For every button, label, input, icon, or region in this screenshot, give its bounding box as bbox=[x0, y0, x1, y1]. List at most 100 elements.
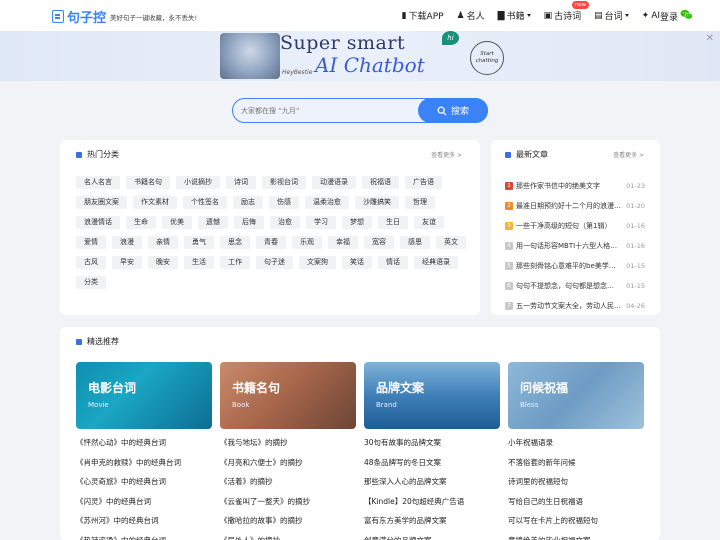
category-tag[interactable]: 沙雕搞笑 bbox=[355, 196, 399, 209]
featured-link[interactable]: 意境绝美的毕业祝福文案 bbox=[508, 535, 644, 540]
category-tag[interactable]: 优美 bbox=[162, 216, 192, 229]
category-tag[interactable]: 乐观 bbox=[292, 236, 322, 249]
category-tag[interactable]: 书籍名句 bbox=[126, 176, 170, 189]
category-tag[interactable]: 哲理 bbox=[405, 196, 435, 209]
featured-link[interactable]: 那些深入人心的品牌文案 bbox=[364, 476, 500, 496]
category-tag[interactable]: 浪漫情话 bbox=[76, 216, 120, 229]
category-tag[interactable]: 晚安 bbox=[148, 256, 178, 269]
category-tag[interactable]: 思念 bbox=[220, 236, 250, 249]
featured-link[interactable]: 《心灵奇旅》中的经典台词 bbox=[76, 476, 212, 496]
featured-link[interactable]: 《云雀叫了一整天》的摘抄 bbox=[220, 496, 356, 516]
category-tag[interactable]: 宽容 bbox=[364, 236, 394, 249]
category-tag[interactable]: 生命 bbox=[126, 216, 156, 229]
category-tag[interactable]: 动漫语录 bbox=[312, 176, 356, 189]
article-title[interactable]: 最准日期预约好十二个月的浪漫… bbox=[516, 201, 626, 211]
latest-article-item[interactable]: 4 用一句话形容MBTI十六型人格… 01-16 bbox=[505, 236, 645, 256]
nav-item-3[interactable]: ▣ 古诗词 new bbox=[544, 1, 589, 22]
category-tag[interactable]: 学习 bbox=[306, 216, 336, 229]
category-tag[interactable]: 诗词 bbox=[226, 176, 256, 189]
article-title[interactable]: 用一句话形容MBTI十六型人格… bbox=[516, 241, 626, 251]
article-title[interactable]: 一些干净高级的短句（第1辑） bbox=[516, 221, 626, 231]
latest-article-item[interactable]: 6 句句不提想念，句句都是想念… 01-15 bbox=[505, 276, 645, 296]
category-tag[interactable]: 句子迷 bbox=[256, 256, 293, 269]
category-tag[interactable]: 爱情 bbox=[76, 236, 106, 249]
featured-link[interactable]: 《热辣滚烫》中的经典台词 bbox=[76, 535, 212, 540]
article-title[interactable]: 那些刻骨铭心意难平的be美学… bbox=[516, 261, 626, 271]
featured-link[interactable]: 创意满分的品牌文案 bbox=[364, 535, 500, 540]
login-link[interactable]: 登录 bbox=[660, 10, 678, 23]
featured-link[interactable]: 《闪灵》中的经典台词 bbox=[76, 496, 212, 516]
category-tag[interactable]: 勇气 bbox=[184, 236, 214, 249]
category-tag[interactable]: 影视台词 bbox=[262, 176, 306, 189]
featured-card-image[interactable]: 品牌文案 Brand bbox=[364, 362, 500, 429]
search-input[interactable] bbox=[241, 104, 411, 118]
article-title[interactable]: 句句不提想念，句句都是想念… bbox=[516, 281, 626, 291]
ad-banner[interactable]: Super smart AI Chatbot HeyBestie hi Star… bbox=[0, 31, 720, 81]
category-tag[interactable]: 浪漫 bbox=[112, 236, 142, 249]
category-tag[interactable]: 古风 bbox=[76, 256, 106, 269]
article-title[interactable]: 五一劳动节文案大全，劳动人民… bbox=[516, 301, 626, 311]
category-tag[interactable]: 青春 bbox=[256, 236, 286, 249]
article-title[interactable]: 那些作家书信中的绝美文字 bbox=[516, 181, 626, 191]
category-tag[interactable]: 亲情 bbox=[148, 236, 178, 249]
category-tag[interactable]: 文案狗 bbox=[299, 256, 336, 269]
featured-link[interactable]: 48条品牌写的冬日文案 bbox=[364, 457, 500, 477]
featured-link[interactable]: 诗词里的祝福短句 bbox=[508, 476, 644, 496]
featured-link[interactable]: 《局外人》的摘抄 bbox=[220, 535, 356, 540]
category-tag[interactable]: 小说摘抄 bbox=[176, 176, 220, 189]
featured-link[interactable]: 小年祝福语录 bbox=[508, 437, 644, 457]
category-tag[interactable]: 友谊 bbox=[414, 216, 444, 229]
nav-item-0[interactable]: ▮ 下载APP bbox=[402, 9, 444, 23]
featured-card-image[interactable]: 书籍名句 Book bbox=[220, 362, 356, 429]
category-tag[interactable]: 感恩 bbox=[400, 236, 430, 249]
category-tag[interactable]: 情话 bbox=[378, 256, 408, 269]
featured-link[interactable]: 《我与地坛》的摘抄 bbox=[220, 437, 356, 457]
latest-article-item[interactable]: 3 一些干净高级的短句（第1辑） 01-16 bbox=[505, 216, 645, 236]
wechat-icon[interactable] bbox=[680, 9, 693, 21]
category-tag[interactable]: 励志 bbox=[233, 196, 263, 209]
category-tag[interactable]: 生活 bbox=[184, 256, 214, 269]
featured-link[interactable]: 《怦然心动》中的经典台词 bbox=[76, 437, 212, 457]
featured-link[interactable]: 30句有故事的品牌文案 bbox=[364, 437, 500, 457]
category-tag[interactable]: 名人名言 bbox=[76, 176, 120, 189]
featured-card-image[interactable]: 电影台词 Movie bbox=[76, 362, 212, 429]
featured-link[interactable]: 《月亮和六便士》的摘抄 bbox=[220, 457, 356, 477]
featured-link[interactable]: 【Kindle】20句超经典广告语 bbox=[364, 496, 500, 516]
category-tag[interactable]: 遗憾 bbox=[198, 216, 228, 229]
featured-link[interactable]: 富有东方美学的品牌文案 bbox=[364, 515, 500, 535]
featured-link[interactable]: 《苏州河》中的经典台词 bbox=[76, 515, 212, 535]
category-tag[interactable]: 工作 bbox=[220, 256, 250, 269]
banner-start-button[interactable]: Start chatting bbox=[470, 41, 504, 75]
category-tag[interactable]: 幸福 bbox=[328, 236, 358, 249]
nav-item-5[interactable]: ✦ AI bbox=[642, 11, 660, 21]
featured-link[interactable]: 《撒哈拉的故事》的摘抄 bbox=[220, 515, 356, 535]
nav-item-4[interactable]: ▤ 台词 bbox=[594, 9, 629, 22]
latest-article-item[interactable]: 2 最准日期预约好十二个月的浪漫… 01-20 bbox=[505, 196, 645, 216]
search-button[interactable]: 搜索 bbox=[418, 98, 488, 123]
category-tag[interactable]: 温柔治愈 bbox=[305, 196, 349, 209]
site-logo[interactable]: 句子控 美好句子一键收藏，永不丢失! bbox=[52, 7, 197, 26]
featured-link[interactable]: 《活着》的摘抄 bbox=[220, 476, 356, 496]
latest-more-link[interactable]: 查看更多 > bbox=[613, 150, 644, 159]
category-tag[interactable]: 伤感 bbox=[269, 196, 299, 209]
hot-more-link[interactable]: 查看更多 > bbox=[431, 150, 462, 159]
category-tag[interactable]: 生日 bbox=[378, 216, 408, 229]
category-tag[interactable]: 朋友圈文案 bbox=[76, 196, 127, 209]
banner-close-icon[interactable]: ✕ bbox=[706, 33, 714, 44]
category-tag[interactable]: 个性签名 bbox=[183, 196, 227, 209]
featured-link[interactable]: 写给自己的生日祝福语 bbox=[508, 496, 644, 516]
latest-article-item[interactable]: 7 五一劳动节文案大全，劳动人民… 04-26 bbox=[505, 296, 645, 316]
category-tag[interactable]: 治愈 bbox=[270, 216, 300, 229]
category-tag[interactable]: 英文 bbox=[436, 236, 466, 249]
featured-card-image[interactable]: 问候祝福 Bless bbox=[508, 362, 644, 429]
latest-article-item[interactable]: 1 那些作家书信中的绝美文字 01-23 bbox=[505, 176, 645, 196]
nav-item-1[interactable]: ♟ 名人 bbox=[457, 9, 485, 23]
featured-link[interactable]: 《肖申克的救赎》中的经典台词 bbox=[76, 457, 212, 477]
nav-item-2[interactable]: ▇ 书籍 bbox=[498, 9, 531, 22]
category-tag[interactable]: 广告语 bbox=[405, 176, 442, 189]
category-tag[interactable]: 经典语录 bbox=[414, 256, 458, 269]
category-tag[interactable]: 梦想 bbox=[342, 216, 372, 229]
category-tag[interactable]: 分类 bbox=[76, 276, 106, 289]
category-tag[interactable]: 笑话 bbox=[342, 256, 372, 269]
featured-link[interactable]: 可以写在卡片上的祝福短句 bbox=[508, 515, 644, 535]
